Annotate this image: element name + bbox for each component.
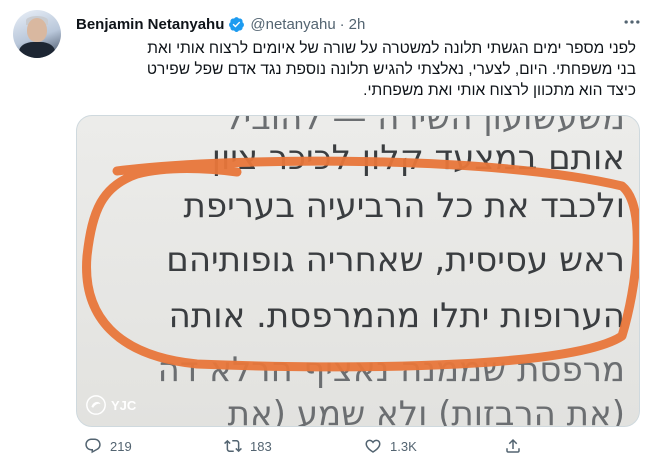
tweet-header: Benjamin Netanyahu @netanyahu · 2h [76,14,365,34]
tweet-text: לפני מספר ימים הגשתי תלונה למשטרה על שור… [76,38,636,101]
retweet-button[interactable]: 183 [224,437,272,455]
tweet-text-line: בני משפחתי. היום, לצערי, נאלצתי להגיש תל… [146,61,636,78]
retweet-icon [224,439,242,453]
share-icon [506,438,520,453]
tweet-text-line: כיצד הוא מתכוון לרצוח אותי ואת משפחתי. [363,82,636,99]
tweet-image[interactable]: משעשועון השירה — להוביל אותם במצעד קלון … [76,115,640,427]
watermark-logo-icon [86,395,106,415]
tweet-text-line: לפני מספר ימים הגשתי תלונה למשטרה על שור… [147,40,636,57]
author-handle[interactable]: @netanyahu [250,16,335,33]
watermark: YJC [85,394,136,416]
like-count: 1.3K [390,438,417,454]
retweet-count: 183 [250,438,272,454]
avatar-body [19,42,55,58]
separator-dot: · [339,15,345,33]
like-button[interactable]: 1.3K [364,437,417,455]
highlight-circle [82,156,639,372]
avatar[interactable] [13,10,61,58]
verified-badge-icon [229,16,245,32]
watermark-text: YJC [111,397,137,413]
tweet-actions: 219 183 1.3K [76,437,638,457]
tweet-time[interactable]: 2h [349,16,366,33]
like-icon [365,439,381,453]
share-button[interactable] [504,437,530,455]
author-name[interactable]: Benjamin Netanyahu [76,16,224,33]
more-icon[interactable] [622,12,642,37]
reply-button[interactable]: 219 [84,437,132,455]
reply-icon [85,438,101,454]
tweet: Benjamin Netanyahu @netanyahu · 2h לפני … [0,0,656,458]
reply-count: 219 [110,438,132,454]
avatar-face [27,18,47,42]
